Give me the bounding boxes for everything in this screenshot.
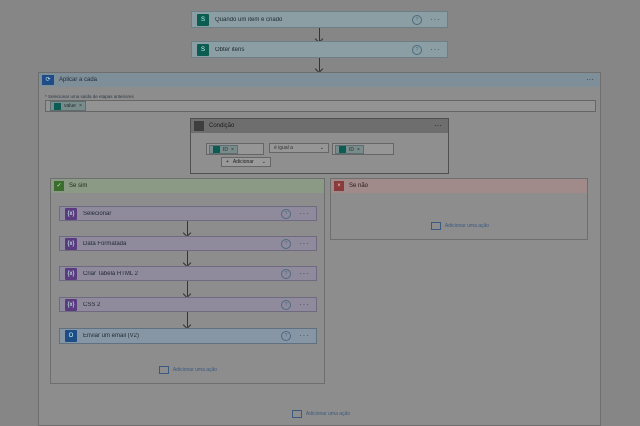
chevron-down-icon: ⌄ bbox=[261, 159, 266, 165]
add-action-label: Adicionar uma ação bbox=[305, 411, 351, 417]
connector-arrow bbox=[187, 251, 188, 265]
help-icon[interactable]: ? bbox=[412, 44, 422, 55]
variable-icon: {x} bbox=[65, 298, 77, 311]
help-icon[interactable]: ? bbox=[412, 14, 422, 25]
apply-to-each-header[interactable]: ⟳ Aplicar a cada ··· bbox=[39, 73, 600, 87]
connector-arrow bbox=[319, 58, 320, 71]
id-token-label: ID bbox=[223, 146, 228, 153]
add-action-label: Adicionar uma ação bbox=[444, 223, 490, 229]
connector-arrow bbox=[319, 28, 320, 41]
condition-right-operand[interactable]: ID × bbox=[332, 143, 394, 155]
add-action-icon bbox=[291, 410, 302, 418]
sharepoint-icon bbox=[339, 146, 346, 153]
apply-each-add-action-button[interactable]: Adicionar uma ação bbox=[271, 409, 371, 419]
trigger-card[interactable]: S Quando um item é criado ? ··· bbox=[191, 11, 448, 28]
remove-token-icon[interactable]: × bbox=[231, 147, 234, 153]
add-action-icon bbox=[430, 222, 441, 230]
id-token[interactable]: ID × bbox=[335, 145, 364, 154]
more-options-icon[interactable]: ··· bbox=[430, 15, 441, 23]
more-options-icon[interactable]: ··· bbox=[299, 332, 310, 340]
condition-operator-value: é igual a bbox=[274, 145, 293, 151]
get-items-title: Obter itens bbox=[215, 46, 245, 53]
condition-icon bbox=[194, 121, 204, 131]
outlook-icon: O bbox=[65, 330, 77, 342]
sharepoint-icon: S bbox=[197, 13, 209, 26]
select-output-field[interactable]: value × bbox=[45, 100, 596, 112]
check-icon: ✓ bbox=[54, 181, 64, 191]
step-card-0[interactable]: {x} Selecionar ? ··· bbox=[59, 206, 317, 221]
help-icon[interactable]: ? bbox=[281, 208, 291, 219]
connector-arrow bbox=[187, 221, 188, 235]
no-add-action-button[interactable]: Adicionar uma ação bbox=[410, 221, 510, 231]
help-icon[interactable]: ? bbox=[281, 268, 291, 279]
value-token-label: value bbox=[64, 103, 76, 109]
more-options-icon[interactable]: ··· bbox=[434, 122, 442, 130]
connector-arrow bbox=[187, 281, 188, 296]
get-items-card[interactable]: S Obter itens ? ··· bbox=[191, 41, 448, 58]
yes-branch-title: Se sim bbox=[69, 183, 88, 189]
step-card-3[interactable]: {x} CSS 2 ? ··· bbox=[59, 297, 317, 312]
more-options-icon[interactable]: ··· bbox=[299, 209, 310, 217]
no-branch-title: Se não bbox=[349, 183, 369, 189]
plus-icon: + bbox=[226, 159, 229, 165]
condition-left-operand[interactable]: ID × bbox=[206, 143, 264, 155]
step-title: Criar Tabela HTML 2 bbox=[83, 270, 139, 277]
yes-branch-header[interactable]: ✓ Se sim bbox=[51, 179, 324, 193]
condition-add-button[interactable]: + Adicionar ⌄ bbox=[221, 157, 271, 167]
help-icon[interactable]: ? bbox=[281, 238, 291, 249]
chevron-down-icon: ⌄ bbox=[319, 145, 324, 151]
sharepoint-icon: S bbox=[197, 43, 209, 56]
select-output-label: * Selecionar uma saída de etapas anterio… bbox=[45, 94, 134, 99]
more-options-icon[interactable]: ··· bbox=[430, 45, 441, 53]
step-card-1[interactable]: {x} Data Formatada ? ··· bbox=[59, 236, 317, 251]
variable-icon: {x} bbox=[65, 267, 77, 280]
connector-arrow bbox=[187, 312, 188, 327]
remove-token-icon[interactable]: × bbox=[79, 103, 82, 109]
condition-title: Condição bbox=[209, 123, 235, 129]
step-card-2[interactable]: {x} Criar Tabela HTML 2 ? ··· bbox=[59, 266, 317, 281]
step-title: Selecionar bbox=[83, 210, 112, 217]
help-icon[interactable]: ? bbox=[281, 331, 291, 341]
apply-to-each-title: Aplicar a cada bbox=[59, 77, 98, 83]
condition-card: Condição ··· ID × é igual a ⌄ ID × + Adi… bbox=[190, 118, 449, 174]
add-action-icon bbox=[158, 366, 169, 374]
step-title: Data Formatada bbox=[83, 240, 127, 247]
more-options-icon[interactable]: ··· bbox=[299, 269, 310, 277]
trigger-title: Quando um item é criado bbox=[215, 16, 283, 23]
step-card-4[interactable]: O Enviar um email (V2) ? ··· bbox=[59, 328, 317, 344]
add-action-label: Adicionar uma ação bbox=[172, 367, 218, 373]
sharepoint-icon bbox=[54, 102, 61, 110]
condition-header[interactable]: Condição ··· bbox=[191, 119, 448, 133]
loop-icon: ⟳ bbox=[42, 75, 54, 85]
no-branch: × Se não Adicionar uma ação bbox=[330, 178, 588, 240]
variable-icon: {x} bbox=[65, 237, 77, 250]
no-branch-header[interactable]: × Se não bbox=[331, 179, 587, 193]
more-options-icon[interactable]: ··· bbox=[299, 239, 310, 247]
help-icon[interactable]: ? bbox=[281, 299, 291, 310]
condition-add-label: Adicionar bbox=[232, 159, 254, 165]
id-token[interactable]: ID × bbox=[209, 145, 238, 154]
condition-operator-select[interactable]: é igual a ⌄ bbox=[269, 143, 329, 153]
more-options-icon[interactable]: ··· bbox=[586, 76, 594, 84]
step-title: Enviar um email (V2) bbox=[83, 333, 140, 339]
sharepoint-icon bbox=[213, 146, 220, 153]
remove-token-icon[interactable]: × bbox=[357, 147, 360, 153]
more-options-icon[interactable]: ··· bbox=[299, 300, 310, 308]
variable-icon: {x} bbox=[65, 207, 77, 220]
yes-add-action-button[interactable]: Adicionar uma ação bbox=[138, 365, 238, 375]
step-title: CSS 2 bbox=[83, 301, 101, 308]
value-token[interactable]: value × bbox=[50, 101, 86, 111]
close-icon: × bbox=[334, 181, 344, 191]
id-token-label: ID bbox=[349, 146, 354, 153]
